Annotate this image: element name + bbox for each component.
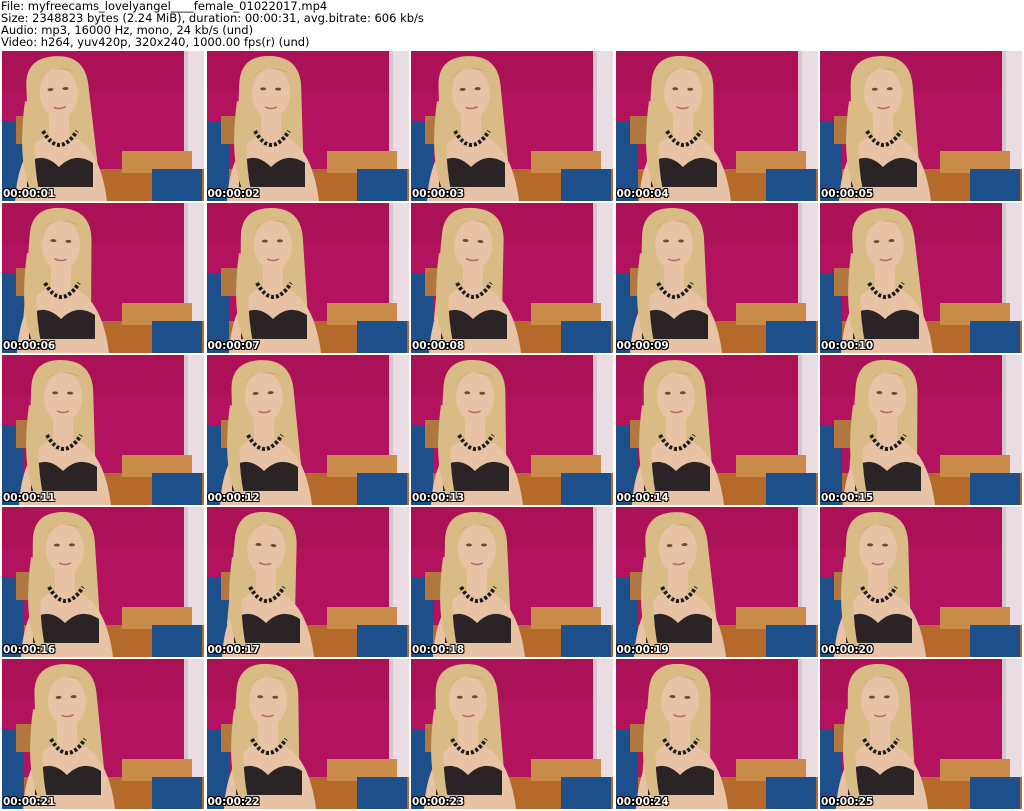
video-frame-image (615, 507, 818, 657)
thumbnail-timestamp: 00:00:02 (207, 188, 260, 200)
thumbnail-timestamp: 00:00:19 (616, 644, 669, 656)
video-frame-image (615, 659, 818, 809)
video-thumbnail: 00:00:20 (820, 507, 1022, 657)
video-thumbnail: 00:00:17 (206, 507, 409, 657)
thumbnail-timestamp: 00:00:25 (821, 796, 874, 808)
thumbnail-timestamp: 00:00:21 (3, 796, 56, 808)
video-frame-image (411, 51, 613, 201)
thumbnail-timestamp: 00:00:24 (616, 796, 669, 808)
video-thumbnail: 00:00:04 (615, 51, 818, 201)
video-frame-image (206, 507, 409, 657)
video-frame-image (2, 51, 204, 201)
video-thumbnail: 00:00:25 (820, 659, 1022, 809)
thumbnail-timestamp: 00:00:22 (207, 796, 260, 808)
thumbnail-timestamp: 00:00:05 (821, 188, 874, 200)
video-frame-image (206, 203, 409, 353)
video-frame-image (206, 659, 409, 809)
video-thumbnail: 00:00:03 (411, 51, 613, 201)
video-frame-image (2, 203, 204, 353)
video-frame-image (615, 203, 818, 353)
thumbnail-timestamp: 00:00:09 (616, 340, 669, 352)
video-frame-image (615, 355, 818, 505)
video-thumbnail: 00:00:08 (411, 203, 613, 353)
thumbnail-timestamp: 00:00:13 (412, 492, 465, 504)
thumbnail-timestamp: 00:00:15 (821, 492, 874, 504)
video-frame-image (820, 355, 1022, 505)
video-frame-image (820, 51, 1022, 201)
video-thumbnail: 00:00:02 (206, 51, 409, 201)
video-thumbnail: 00:00:21 (2, 659, 204, 809)
video-frame-image (820, 203, 1022, 353)
video-thumbnail: 00:00:18 (411, 507, 613, 657)
video-frame-image (820, 659, 1022, 809)
thumbnail-timestamp: 00:00:16 (3, 644, 56, 656)
thumbnail-timestamp: 00:00:17 (207, 644, 260, 656)
video-frame-image (2, 507, 204, 657)
video-thumbnail: 00:00:15 (820, 355, 1022, 505)
thumbnail-timestamp: 00:00:11 (3, 492, 56, 504)
video-frame-image (411, 355, 613, 505)
video-thumbnail: 00:00:22 (206, 659, 409, 809)
video-thumbnail: 00:00:09 (615, 203, 818, 353)
video-thumbnail: 00:00:07 (206, 203, 409, 353)
video-thumbnail: 00:00:12 (206, 355, 409, 505)
thumbnail-timestamp: 00:00:14 (616, 492, 669, 504)
video-frame-image (411, 203, 613, 353)
video-thumbnail: 00:00:06 (2, 203, 204, 353)
video-thumbnail: 00:00:16 (2, 507, 204, 657)
thumbnail-timestamp: 00:00:03 (412, 188, 465, 200)
thumbnail-timestamp: 00:00:10 (821, 340, 874, 352)
video-thumbnail: 00:00:13 (411, 355, 613, 505)
video-thumbnail: 00:00:23 (411, 659, 613, 809)
video-thumbnail: 00:00:01 (2, 51, 204, 201)
thumbnail-grid: 00:00:01 00:00:02 00:00:03 00:00:04 00:00:05… (2, 51, 1022, 811)
video-thumbnail: 00:00:05 (820, 51, 1022, 201)
thumbnail-timestamp: 00:00:01 (3, 188, 56, 200)
thumbnail-timestamp: 00:00:12 (207, 492, 260, 504)
video-thumbnail: 00:00:11 (2, 355, 204, 505)
video-thumbnail: 00:00:14 (615, 355, 818, 505)
thumbnail-timestamp: 00:00:06 (3, 340, 56, 352)
video-frame-image (615, 51, 818, 201)
file-info-header: File: myfreecams_lovelyangel____female_0… (1, 0, 1021, 50)
video-info-line: Video: h264, yuv420p, 320x240, 1000.00 f… (1, 35, 310, 49)
thumbnail-timestamp: 00:00:07 (207, 340, 260, 352)
video-thumbnail: 00:00:10 (820, 203, 1022, 353)
video-frame-image (2, 659, 204, 809)
video-thumbnail: 00:00:19 (615, 507, 818, 657)
video-thumbnail: 00:00:24 (615, 659, 818, 809)
video-frame-image (2, 355, 204, 505)
thumbnail-timestamp: 00:00:23 (412, 796, 465, 808)
video-frame-image (411, 659, 613, 809)
video-frame-image (411, 507, 613, 657)
video-frame-image (206, 355, 409, 505)
thumbnail-timestamp: 00:00:20 (821, 644, 874, 656)
thumbnail-timestamp: 00:00:04 (616, 188, 669, 200)
video-frame-image (206, 51, 409, 201)
video-frame-image (820, 507, 1022, 657)
thumbnail-timestamp: 00:00:18 (412, 644, 465, 656)
thumbnail-timestamp: 00:00:08 (412, 340, 465, 352)
